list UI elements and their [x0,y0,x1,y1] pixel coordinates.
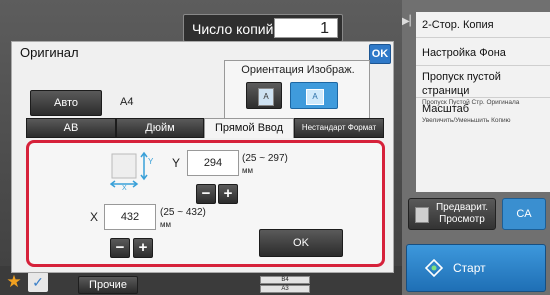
y-unit: мм [242,166,253,175]
menu-item-duplex-label: 2-Стор. Копия [422,19,494,31]
clear-all-button[interactable]: CA [502,198,546,230]
dialog-title: Оригинал [20,45,79,60]
y-range: (25 ~ 297) [242,153,288,164]
check-icon[interactable]: ✓ [28,272,48,292]
copies-label: Число копий [192,21,274,37]
preview-button[interactable]: Предварит. Просмотр [408,198,496,230]
x-plus-button[interactable]: + [133,238,153,258]
menu-item-zoom-label: Масштаб [422,103,470,115]
x-minus-button[interactable]: − [110,238,130,258]
expand-arrow-icon[interactable]: ▶▏ [402,16,417,30]
start-icon [425,259,443,277]
y-size-input[interactable]: 294 [187,150,239,176]
preview-label: Предварит. Просмотр [435,202,489,225]
tab-custom-size[interactable]: Нестандарт Формат [294,118,384,138]
landscape-page-icon: A [306,89,324,105]
y-label: Y [172,156,181,170]
menu-item-blank-skip-label: Пропуск пустой страници [422,71,501,97]
start-button[interactable]: Старт [406,244,546,292]
function-list: 2-Стор. Копия Настройка Фона Пропуск пус… [416,12,550,192]
portrait-page-icon: A [258,88,274,106]
copies-field[interactable]: Число копий 1 [183,14,343,42]
orientation-portrait-button[interactable]: A [246,82,282,109]
menu-item-background-label: Настройка Фона [422,47,506,59]
x-unit: мм [160,220,171,229]
svg-text:Y: Y [148,157,154,166]
y-plus-button[interactable]: + [218,184,238,204]
other-button[interactable]: Прочие [78,276,138,294]
paper-size-icon: Y X [110,151,154,190]
y-minus-button[interactable]: − [196,184,216,204]
x-label: X [90,210,99,224]
tab-ab[interactable]: AB [26,118,116,138]
tab-inch[interactable]: Дюйм [116,118,204,138]
menu-item-duplex[interactable]: 2-Стор. Копия [416,12,550,38]
menu-item-background[interactable]: Настройка Фона [416,38,550,66]
auto-size-button[interactable]: Авто [30,90,102,116]
star-icon[interactable]: ★ [4,272,24,292]
svg-text:X: X [122,185,127,190]
dialog-ok-button[interactable]: OK [369,44,391,64]
start-label: Старт [453,261,486,275]
preview-icon [415,207,429,223]
menu-item-blank-skip[interactable]: Пропуск пустой страници Пропуск Пустой С… [416,66,550,106]
tab-direct-input[interactable]: Прямой Ввод [204,118,294,138]
orientation-label: Ориентация Изображ. [241,64,355,76]
menu-item-zoom[interactable]: Масштаб Увеличить/Уменьшить Копию [416,98,550,130]
x-range: (25 ~ 432) [160,207,206,218]
paper-size-label: A4 [120,96,134,108]
direct-input-ok-button[interactable]: OK [259,229,343,257]
orientation-landscape-button[interactable]: A [290,82,338,109]
menu-item-zoom-sub: Увеличить/Уменьшить Копию [422,117,511,124]
x-size-input[interactable]: 432 [104,204,156,230]
tray-a3: A3 [260,285,310,293]
copies-value[interactable]: 1 [274,18,338,38]
tray-b4: B4 [260,276,310,284]
